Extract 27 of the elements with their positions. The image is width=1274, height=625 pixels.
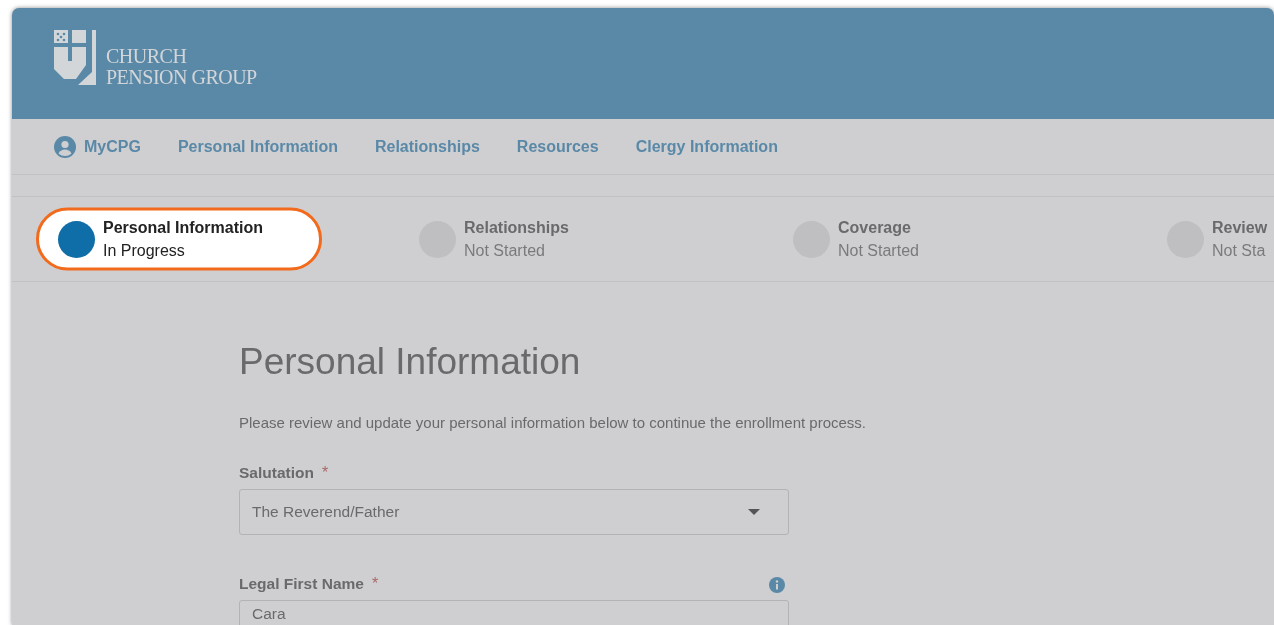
step-status: Not Started — [838, 241, 919, 261]
user-icon — [54, 135, 76, 158]
step-title[interactable]: Coverage — [838, 216, 919, 239]
page-title: Personal Information — [239, 340, 582, 384]
step-title[interactable]: Relationships — [464, 216, 569, 239]
info-icon[interactable] — [769, 576, 785, 593]
logo-text: PENSION GROUP — [106, 67, 257, 88]
nav-link[interactable]: Resources — [516, 134, 599, 159]
step-status: Not Started — [464, 241, 546, 261]
nav-link[interactable]: MyCPG — [54, 134, 141, 159]
nav-link[interactable]: Personal Information — [177, 134, 338, 159]
step-title[interactable]: Personal Information — [103, 216, 264, 239]
step-title[interactable]: Review — [1212, 216, 1268, 239]
nav-link[interactable]: Clergy Information — [635, 134, 778, 159]
field-label: Legal First Name — [239, 574, 364, 595]
logo-text: CHURCH — [106, 46, 188, 67]
step-status: Not Sta — [1212, 241, 1267, 261]
caret-icon — [748, 508, 760, 515]
nav-link[interactable]: Relationships — [374, 134, 480, 159]
field-label: Salutation — [239, 463, 314, 484]
required-asterisk: * — [321, 462, 329, 483]
select-field[interactable]: The Reverend/Father — [239, 488, 789, 535]
required-asterisk: * — [371, 573, 379, 594]
intro-text: Please review and update your personal information below to continue the enrollment process. — [239, 413, 868, 434]
shield-logo-icon — [54, 30, 98, 88]
input-field[interactable]: Cara — [239, 599, 789, 625]
step-status: In Progress — [103, 241, 186, 261]
